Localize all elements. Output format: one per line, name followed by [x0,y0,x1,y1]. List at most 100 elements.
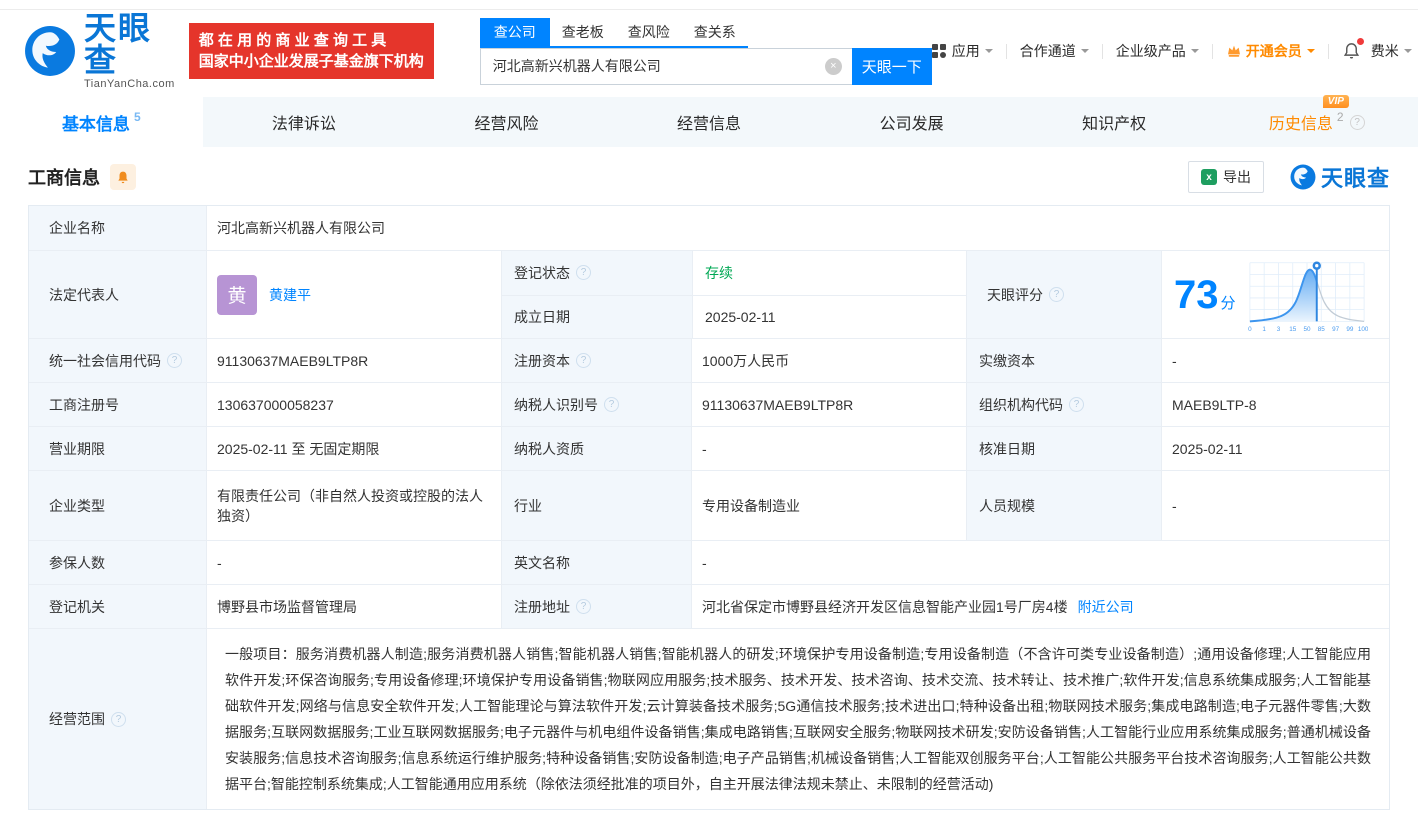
table-row: 参保人数 - 英文名称 - [29,540,1389,584]
notification-dot [1356,38,1364,45]
tab-history-info[interactable]: VIP 历史信息 2 [1215,95,1418,147]
nav-apps-menu[interactable]: 应用 [931,41,993,61]
nav-partner-channel[interactable]: 合作通道 [1020,41,1089,61]
slogan-line2: 国家中小企业发展子基金旗下机构 [198,53,424,70]
tab-label: 经营风险 [474,116,539,133]
subscribe-bell-button[interactable] [110,164,136,190]
watermark-brand: 天眼查 [1320,166,1390,191]
staff-size-value: - [1161,470,1389,540]
search-tab-risk[interactable]: 查风险 [616,18,682,46]
reg-number-value: 130637000058237 [206,382,501,426]
company-name-value: 河北高新兴机器人有限公司 [206,206,1389,250]
top-nav: 应用 合作通道 企业级产品 开通会员 费米 [931,38,1412,61]
taxpayer-id-value: 91130637MAEB9LTP8R [691,382,966,426]
tianyancha-logo-icon [1290,164,1316,190]
field-label: 企业类型 [29,470,206,540]
chevron-down-icon [1190,49,1199,57]
help-icon[interactable] [1349,114,1365,130]
field-label: 营业期限 [29,426,206,470]
help-icon[interactable] [604,397,619,412]
field-label: 统一社会信用代码 [29,338,206,382]
credit-code-value: 91130637MAEB9LTP8R [206,338,501,382]
search-tab-relation[interactable]: 查关系 [682,18,748,46]
table-row: 营业期限 2025-02-11 至 无固定期限 纳税人资质 - 核准日期 202… [29,426,1389,470]
legal-rep-link[interactable]: 黄建平 [269,285,311,305]
approval-date-value: 2025-02-11 [1161,426,1389,470]
reg-address-value: 河北省保定市博野县经济开发区信息智能产业园1号厂房4楼 附近公司 [691,584,1389,628]
help-icon[interactable] [167,353,182,368]
nav-enterprise-products[interactable]: 企业级产品 [1116,41,1199,61]
watermark-logo: 天眼查 [1290,161,1390,193]
nav-divider [1005,43,1007,59]
slogan-line1: 都 在 用 的 商 业 查 询 工 具 [198,32,387,49]
nav-apps-label: 应用 [951,43,980,59]
tab-business-risk[interactable]: 经营风险 [405,97,608,147]
search-tab-company[interactable]: 查公司 [479,17,550,46]
search-tab-boss[interactable]: 查老板 [550,18,616,46]
table-row: 企业类型 有限责任公司（非自然人投资或控股的法人独资） 行业 专用设备制造业 人… [29,470,1389,540]
field-label: 工商注册号 [29,382,206,426]
reg-capital-value: 1000万人民币 [691,338,966,382]
section-title: 工商信息 [28,168,100,188]
field-label: 人员规模 [966,470,1161,540]
nested-fields: 登记状态 存续 成立日期 2025-02-11 [501,250,967,338]
search-input[interactable] [479,47,852,85]
tianyancha-logo-icon [24,25,76,77]
field-label: 英文名称 [501,540,691,584]
export-button[interactable]: 导出 [1187,161,1264,193]
field-label: 纳税人识别号 [501,382,691,426]
field-label: 企业名称 [29,206,206,250]
vip-badge: VIP [1322,95,1349,108]
tab-legal-proceedings[interactable]: 法律诉讼 [203,97,406,147]
field-label: 登记机关 [29,584,206,628]
avatar[interactable]: 黄 [217,274,257,315]
top-divider [0,0,1418,10]
nearby-companies-link[interactable]: 附近公司 [1078,597,1134,617]
score-value: 73 分 0 1 3 15 50 85 97 99 100 [1161,250,1389,338]
notification-bell[interactable] [1342,38,1364,61]
help-icon[interactable] [1069,397,1084,412]
help-icon[interactable] [576,599,591,614]
chevron-down-icon [1080,49,1089,57]
tab-basic-info[interactable]: 基本信息 5 [0,97,203,147]
tab-company-development[interactable]: 公司发展 [810,97,1013,147]
field-label: 天眼评分 [966,250,1161,338]
industry-value: 专用设备制造业 [691,470,966,540]
insured-count-value: - [206,540,501,584]
tab-intellectual-property[interactable]: 知识产权 [1013,97,1216,147]
legal-rep-value: 黄 黄建平 [206,250,501,338]
field-label: 成立日期 [502,294,692,338]
score-unit: 分 [1220,295,1236,312]
field-label: 组织机构代码 [966,382,1161,426]
field-label: 参保人数 [29,540,206,584]
tab-business-info[interactable]: 经营信息 [608,97,811,147]
tab-label: 知识产权 [1082,116,1147,133]
business-term-value: 2025-02-11 至 无固定期限 [206,426,501,470]
org-code-value: MAEB9LTP-8 [1161,382,1389,426]
tab-label: 历史信息 [1268,116,1333,133]
tab-count: 5 [133,110,141,124]
english-name-value: - [691,540,1389,584]
taxpayer-qualification-value: - [691,426,966,470]
nav-open-membership[interactable]: 开通会员 [1226,41,1315,61]
help-icon[interactable] [576,265,591,281]
table-row: 经营范围 一般项目：服务消费机器人制造;服务消费机器人销售;智能机器人销售;智能… [29,628,1389,809]
help-icon[interactable] [111,711,126,727]
field-label: 核准日期 [966,426,1161,470]
clear-icon[interactable] [824,57,842,75]
help-icon[interactable] [1049,287,1064,302]
crown-icon [1226,43,1242,59]
score-number: 73 [1174,272,1219,317]
brand-domain: TianYanCha.com [84,78,175,90]
field-label: 法定代表人 [29,250,206,338]
site-header: 天眼查 TianYanCha.com 都 在 用 的 商 业 查 询 工 具 国… [0,10,1418,92]
nav-username[interactable]: 费米 [1371,41,1412,61]
tab-label: 法律诉讼 [271,116,336,133]
table-row: 统一社会信用代码 91130637MAEB9LTP8R 注册资本 1000万人民… [29,338,1389,382]
nav-divider [1327,43,1329,59]
svg-text:85: 85 [1317,326,1325,333]
tianyancha-logo[interactable]: 天眼查 TianYanCha.com [24,12,175,90]
svg-text:50: 50 [1303,326,1311,333]
help-icon[interactable] [576,353,591,368]
search-button[interactable]: 天眼一下 [851,47,932,85]
